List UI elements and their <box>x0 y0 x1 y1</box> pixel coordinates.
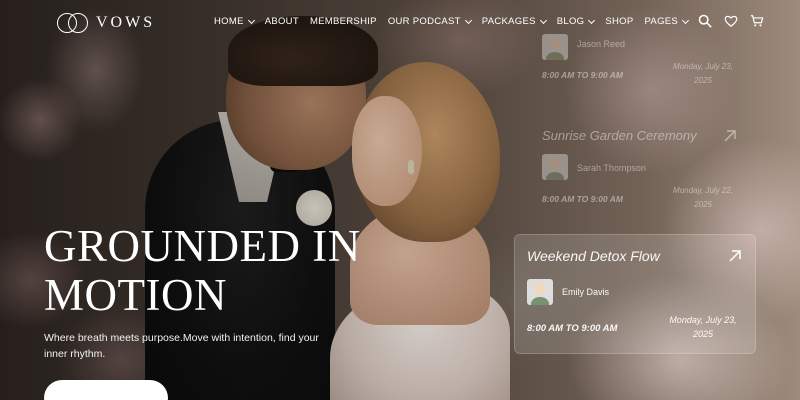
hero-subtitle: Where breath meets purpose.Move with int… <box>44 332 319 360</box>
nav-item-label: ABOUT <box>264 16 299 27</box>
arrow-up-right-icon[interactable] <box>727 248 743 264</box>
event-time: 8:00 AM TO 9:00 AM <box>542 70 623 80</box>
event-date-line1: Monday, July 22, <box>673 186 733 195</box>
nav-item-label: MEMBERSHIP <box>309 16 377 27</box>
event-card-2[interactable]: Sunrise Garden Ceremony Sarah Thompson 8… <box>530 116 750 216</box>
event-date-line1: Monday, July 23, <box>669 315 737 325</box>
event-date-line1: Monday, July 23, <box>673 62 733 71</box>
hero-title: GROUNDED IN MOTION <box>44 221 361 320</box>
brand-name: VOWS <box>96 14 156 31</box>
nav-item-label: PACKAGES <box>481 16 536 27</box>
nav-item-about[interactable]: ABOUT <box>265 16 299 27</box>
cart-icon[interactable] <box>750 14 764 28</box>
hero-cta-button[interactable] <box>44 380 168 400</box>
rings-icon <box>57 13 89 33</box>
event-host: Jason Reed <box>577 39 626 49</box>
event-card-3[interactable]: Weekend Detox Flow Emily Davis 8:00 AM T… <box>514 234 756 354</box>
host-avatar <box>527 279 553 305</box>
brand-logo[interactable]: VOWS <box>57 13 155 33</box>
event-title: Weekend Detox Flow <box>527 248 660 264</box>
event-date: Monday, July 23, 2025 <box>663 313 743 341</box>
event-host: Sarah Thompson <box>577 163 646 173</box>
event-date: Monday, July 23, 2025 <box>668 60 738 88</box>
nav-item-label: HOME <box>214 16 244 27</box>
event-date: Monday, July 22, 2025 <box>668 184 738 212</box>
event-date-line2: 2025 <box>694 200 712 209</box>
event-time: 8:00 AM TO 9:00 AM <box>542 194 623 204</box>
chevron-down-icon <box>247 16 255 24</box>
event-date-line2: 2025 <box>694 76 712 85</box>
event-card-1[interactable]: Jason Reed 8:00 AM TO 9:00 AM Monday, Ju… <box>530 22 750 94</box>
nav-item-home[interactable]: HOME <box>214 16 255 27</box>
nav-item-our-podcast[interactable]: OUR PODCAST <box>387 16 472 27</box>
event-host: Emily Davis <box>562 287 610 297</box>
chevron-down-icon <box>464 16 472 24</box>
host-avatar <box>542 154 568 180</box>
nav-item-membership[interactable]: MEMBERSHIP <box>310 16 377 27</box>
event-title: Sunrise Garden Ceremony <box>542 128 697 143</box>
event-date-line2: 2025 <box>692 329 714 339</box>
host-avatar <box>542 34 568 60</box>
nav-item-label: OUR PODCAST <box>387 16 461 27</box>
arrow-up-right-icon[interactable] <box>722 128 738 144</box>
event-time: 8:00 AM TO 9:00 AM <box>527 323 618 334</box>
